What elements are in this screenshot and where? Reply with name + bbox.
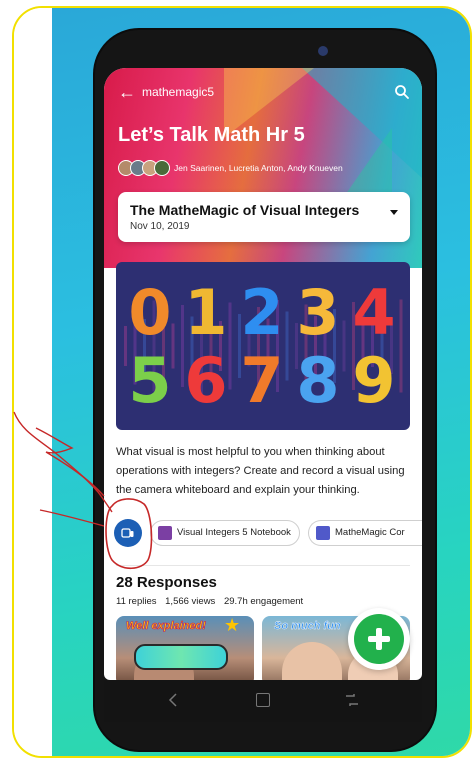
fab-circle [354, 614, 404, 664]
star-icon: ★ [224, 616, 241, 635]
banner-digit: 0 [128, 276, 171, 349]
video-person [282, 642, 342, 680]
banner-digit: 5 [128, 344, 171, 417]
prompt-text: What visual is most helpful to you when … [116, 446, 405, 496]
response-video[interactable]: Well explained! ★ [116, 616, 254, 680]
topic-banner-image: 01234 56789 [116, 262, 410, 430]
resource-chip-teams[interactable]: MatheMagic Cor [308, 520, 422, 546]
nav-recent-icon[interactable] [344, 692, 360, 708]
banner-stripe [342, 320, 346, 372]
banner-digit: 9 [352, 344, 395, 417]
topic-selector[interactable]: The MatheMagic of Visual Integers Nov 10… [118, 192, 410, 242]
banner-graphic: 0 1 2 3 4 5 6 7 8 9 [124, 276, 403, 417]
banner-stripe [228, 302, 232, 390]
banner-stripe [124, 326, 127, 366]
meeting-title: Let’s Talk Math Hr 5 [118, 124, 305, 146]
video-caption: So much fun [274, 620, 341, 632]
search-icon[interactable] [394, 84, 410, 100]
banner-stripe [399, 299, 403, 393]
channel-name: mathemagic5 [142, 85, 215, 99]
banner-stripe [285, 311, 289, 381]
camera-record-icon [121, 528, 134, 538]
banner-digit: 6 [184, 344, 227, 417]
topic-date: Nov 10, 2019 [130, 221, 190, 232]
engagement-time: 29.7h engagement [223, 596, 304, 607]
banner-stripe [171, 323, 175, 369]
responses-count: 28 Responses [116, 574, 217, 591]
add-response-button[interactable] [348, 608, 410, 670]
back-arrow-icon[interactable]: ← [118, 82, 136, 102]
android-nav-bar [104, 680, 422, 722]
video-caption: Well explained! [126, 620, 206, 633]
views-count: 1,566 views [165, 596, 216, 607]
nav-back-icon[interactable] [166, 692, 182, 708]
video-sticker [134, 644, 228, 670]
teams-icon [316, 526, 330, 540]
top-bar: ← mathemagic5 [104, 82, 422, 104]
banner-digit: 2 [240, 276, 283, 349]
resource-chips: Visual Integers 5 Notebook MatheMagic Co… [114, 517, 422, 551]
record-button[interactable] [114, 519, 142, 547]
banner-digit: 8 [296, 344, 339, 417]
replies-count: 11 replies [116, 596, 157, 607]
response-stats: 11 replies 1,566 views 29.7h engagement [116, 596, 309, 607]
caret-down-icon[interactable] [390, 210, 398, 215]
phone-screen: ← mathemagic5 Let’s Talk Math Hr 5 Jen S… [104, 68, 422, 680]
chip-label: Visual Integers 5 Notebook [177, 527, 291, 538]
nav-home-icon[interactable] [256, 693, 270, 707]
members-row: Jen Saarinen, Lucretia Anton, Andy Knuev… [118, 160, 418, 178]
topic-title: The MatheMagic of Visual Integers [130, 202, 360, 218]
front-camera [318, 46, 328, 56]
member-names: Jen Saarinen, Lucretia Anton, Andy Knuev… [174, 163, 343, 173]
plus-icon [368, 628, 390, 650]
divider [116, 565, 410, 566]
banner-digit: 1 [184, 276, 227, 349]
avatar [154, 160, 170, 176]
chip-label: MatheMagic Cor [335, 527, 405, 538]
resource-chip-notebook[interactable]: Visual Integers 5 Notebook [150, 520, 300, 546]
banner-digit: 7 [240, 344, 283, 417]
onenote-icon [158, 526, 172, 540]
banner-digit: 3 [296, 276, 339, 349]
banner-digit: 4 [352, 276, 395, 349]
frame-left-margin [14, 8, 52, 756]
